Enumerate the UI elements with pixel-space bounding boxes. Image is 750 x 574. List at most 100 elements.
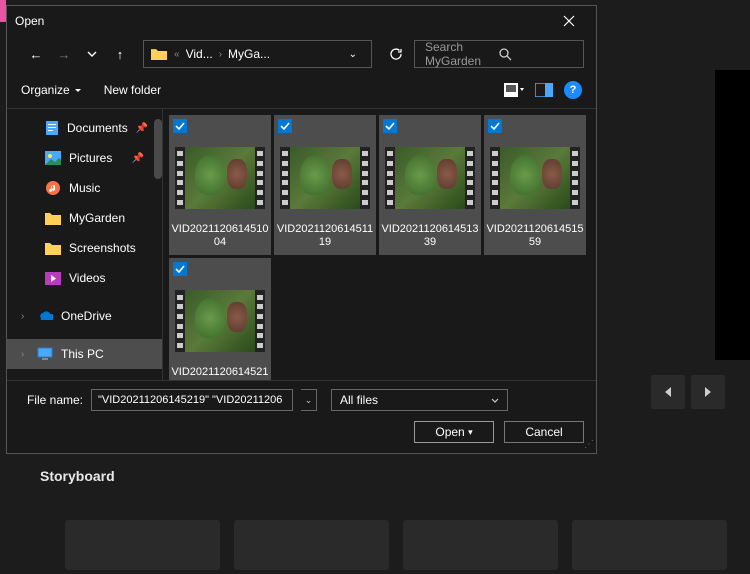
file-checkbox[interactable] [488, 119, 502, 133]
file-name-label: VID202112061452119 [171, 364, 269, 380]
onedrive-icon [37, 308, 53, 324]
tree-item-screenshots[interactable]: Screenshots [7, 233, 162, 263]
up-button[interactable]: ↑ [109, 43, 131, 65]
video-preview-area [715, 70, 750, 360]
back-button[interactable]: ← [25, 43, 47, 65]
tree-item-documents[interactable]: Documents 📌 [7, 113, 162, 143]
file-checkbox[interactable] [278, 119, 292, 133]
dialog-bottom-panel: File name: "VID20211206145219" "VID20211… [7, 380, 596, 453]
filename-label: File name: [19, 393, 83, 407]
storyboard-slot[interactable] [572, 520, 727, 570]
open-file-dialog: Open ← → ↑ « Vid... › MyGa... ⌄ Search M… [6, 5, 597, 454]
file-item[interactable]: VID202112061451339 [379, 115, 481, 255]
storyboard-slot[interactable] [403, 520, 558, 570]
file-thumbnail [381, 135, 479, 221]
storyboard-track [65, 520, 727, 570]
resize-grip[interactable]: ⋰ [584, 439, 592, 450]
dialog-titlebar: Open [7, 6, 596, 36]
preview-pane-button[interactable] [534, 82, 554, 98]
tree-label: Documents [67, 121, 128, 135]
open-button[interactable]: Open ▾ [414, 421, 494, 443]
tree-label: Music [69, 181, 100, 195]
filename-dropdown[interactable]: ⌄ [301, 389, 317, 411]
videos-icon [45, 270, 61, 286]
documents-icon [45, 120, 59, 136]
folder-tree: Documents 📌 Pictures 📌 Music MyGarden Sc… [7, 109, 163, 380]
new-folder-button[interactable]: New folder [104, 83, 161, 97]
file-item[interactable]: VID202112061452119 [169, 258, 271, 380]
folder-icon [45, 210, 61, 226]
file-item[interactable]: VID202112061451559 [484, 115, 586, 255]
organize-label: Organize [21, 83, 70, 97]
music-icon [45, 180, 61, 196]
tree-item-videos[interactable]: Videos [7, 263, 162, 293]
pin-icon: 📌 [132, 153, 144, 164]
address-dropdown[interactable]: ⌄ [341, 49, 365, 60]
tree-label: Pictures [69, 151, 112, 165]
dialog-title: Open [15, 14, 550, 28]
file-item[interactable]: VID202112061451004 [169, 115, 271, 255]
file-thumbnail [486, 135, 584, 221]
file-thumbnail [171, 135, 269, 221]
navigation-row: ← → ↑ « Vid... › MyGa... ⌄ Search MyGard… [7, 36, 596, 72]
tree-item-mygarden[interactable]: MyGarden [7, 203, 162, 233]
address-bar[interactable]: « Vid... › MyGa... ⌄ [143, 40, 372, 68]
breadcrumb-segment[interactable]: MyGa... [228, 47, 270, 61]
storyboard-heading: Storyboard [40, 468, 115, 484]
tree-item-this-pc[interactable]: › This PC [7, 339, 162, 369]
file-name-label: VID202112061451119 [276, 221, 374, 253]
filename-input[interactable]: "VID20211206145219" "VID20211206 [91, 389, 293, 411]
refresh-button[interactable] [384, 42, 408, 66]
dialog-toolbar: Organize New folder ? [7, 72, 596, 108]
file-thumbnail [276, 135, 374, 221]
play-button[interactable] [691, 375, 725, 409]
tree-label: MyGarden [69, 211, 125, 225]
search-placeholder: Search MyGarden [425, 40, 499, 68]
view-mode-button[interactable] [504, 82, 524, 98]
help-button[interactable]: ? [564, 81, 582, 99]
tree-item-pictures[interactable]: Pictures 📌 [7, 143, 162, 173]
organize-menu[interactable]: Organize [21, 83, 82, 97]
breadcrumb-chevron-icon: « [174, 49, 180, 60]
storyboard-slot[interactable] [65, 520, 220, 570]
file-item[interactable]: VID202112061451119 [274, 115, 376, 255]
search-input[interactable]: Search MyGarden [414, 40, 584, 68]
close-button[interactable] [550, 6, 588, 36]
pin-icon: 📌 [136, 123, 148, 134]
folder-icon [45, 240, 61, 256]
expand-icon[interactable]: › [21, 311, 24, 322]
open-label: Open [435, 425, 464, 439]
tree-label: This PC [61, 347, 104, 361]
breadcrumb-segment[interactable]: Vid... [186, 47, 213, 61]
this-pc-icon [37, 346, 53, 362]
file-name-label: VID202112061451004 [171, 221, 269, 253]
file-checkbox[interactable] [173, 262, 187, 276]
file-thumbnail [171, 278, 269, 364]
cancel-button[interactable]: Cancel [504, 421, 584, 443]
transport-controls [651, 375, 725, 409]
file-name-label: VID202112061451559 [486, 221, 584, 253]
tree-label: OneDrive [61, 309, 112, 323]
storyboard-slot[interactable] [234, 520, 389, 570]
file-list-pane[interactable]: VID202112061451004 VID202112061451119 VI… [163, 109, 596, 380]
new-folder-label: New folder [104, 83, 161, 97]
dialog-body: Documents 📌 Pictures 📌 Music MyGarden Sc… [7, 108, 596, 380]
tree-item-onedrive[interactable]: › OneDrive [7, 301, 162, 331]
breadcrumb-sep-icon: › [219, 49, 222, 60]
pictures-icon [45, 150, 61, 166]
search-icon [499, 48, 573, 61]
recent-dropdown[interactable] [81, 43, 103, 65]
tree-label: Screenshots [69, 241, 136, 255]
file-name-label: VID202112061451339 [381, 221, 479, 253]
forward-button[interactable]: → [53, 43, 75, 65]
file-checkbox[interactable] [173, 119, 187, 133]
tree-label: Videos [69, 271, 105, 285]
tree-item-music[interactable]: Music [7, 173, 162, 203]
prev-button[interactable] [651, 375, 685, 409]
filter-label: All files [340, 393, 491, 407]
file-checkbox[interactable] [383, 119, 397, 133]
file-filter-select[interactable]: All files [331, 389, 508, 411]
folder-icon [150, 47, 168, 61]
expand-icon[interactable]: › [21, 349, 24, 360]
file-grid: VID202112061451004 VID202112061451119 VI… [169, 115, 590, 380]
